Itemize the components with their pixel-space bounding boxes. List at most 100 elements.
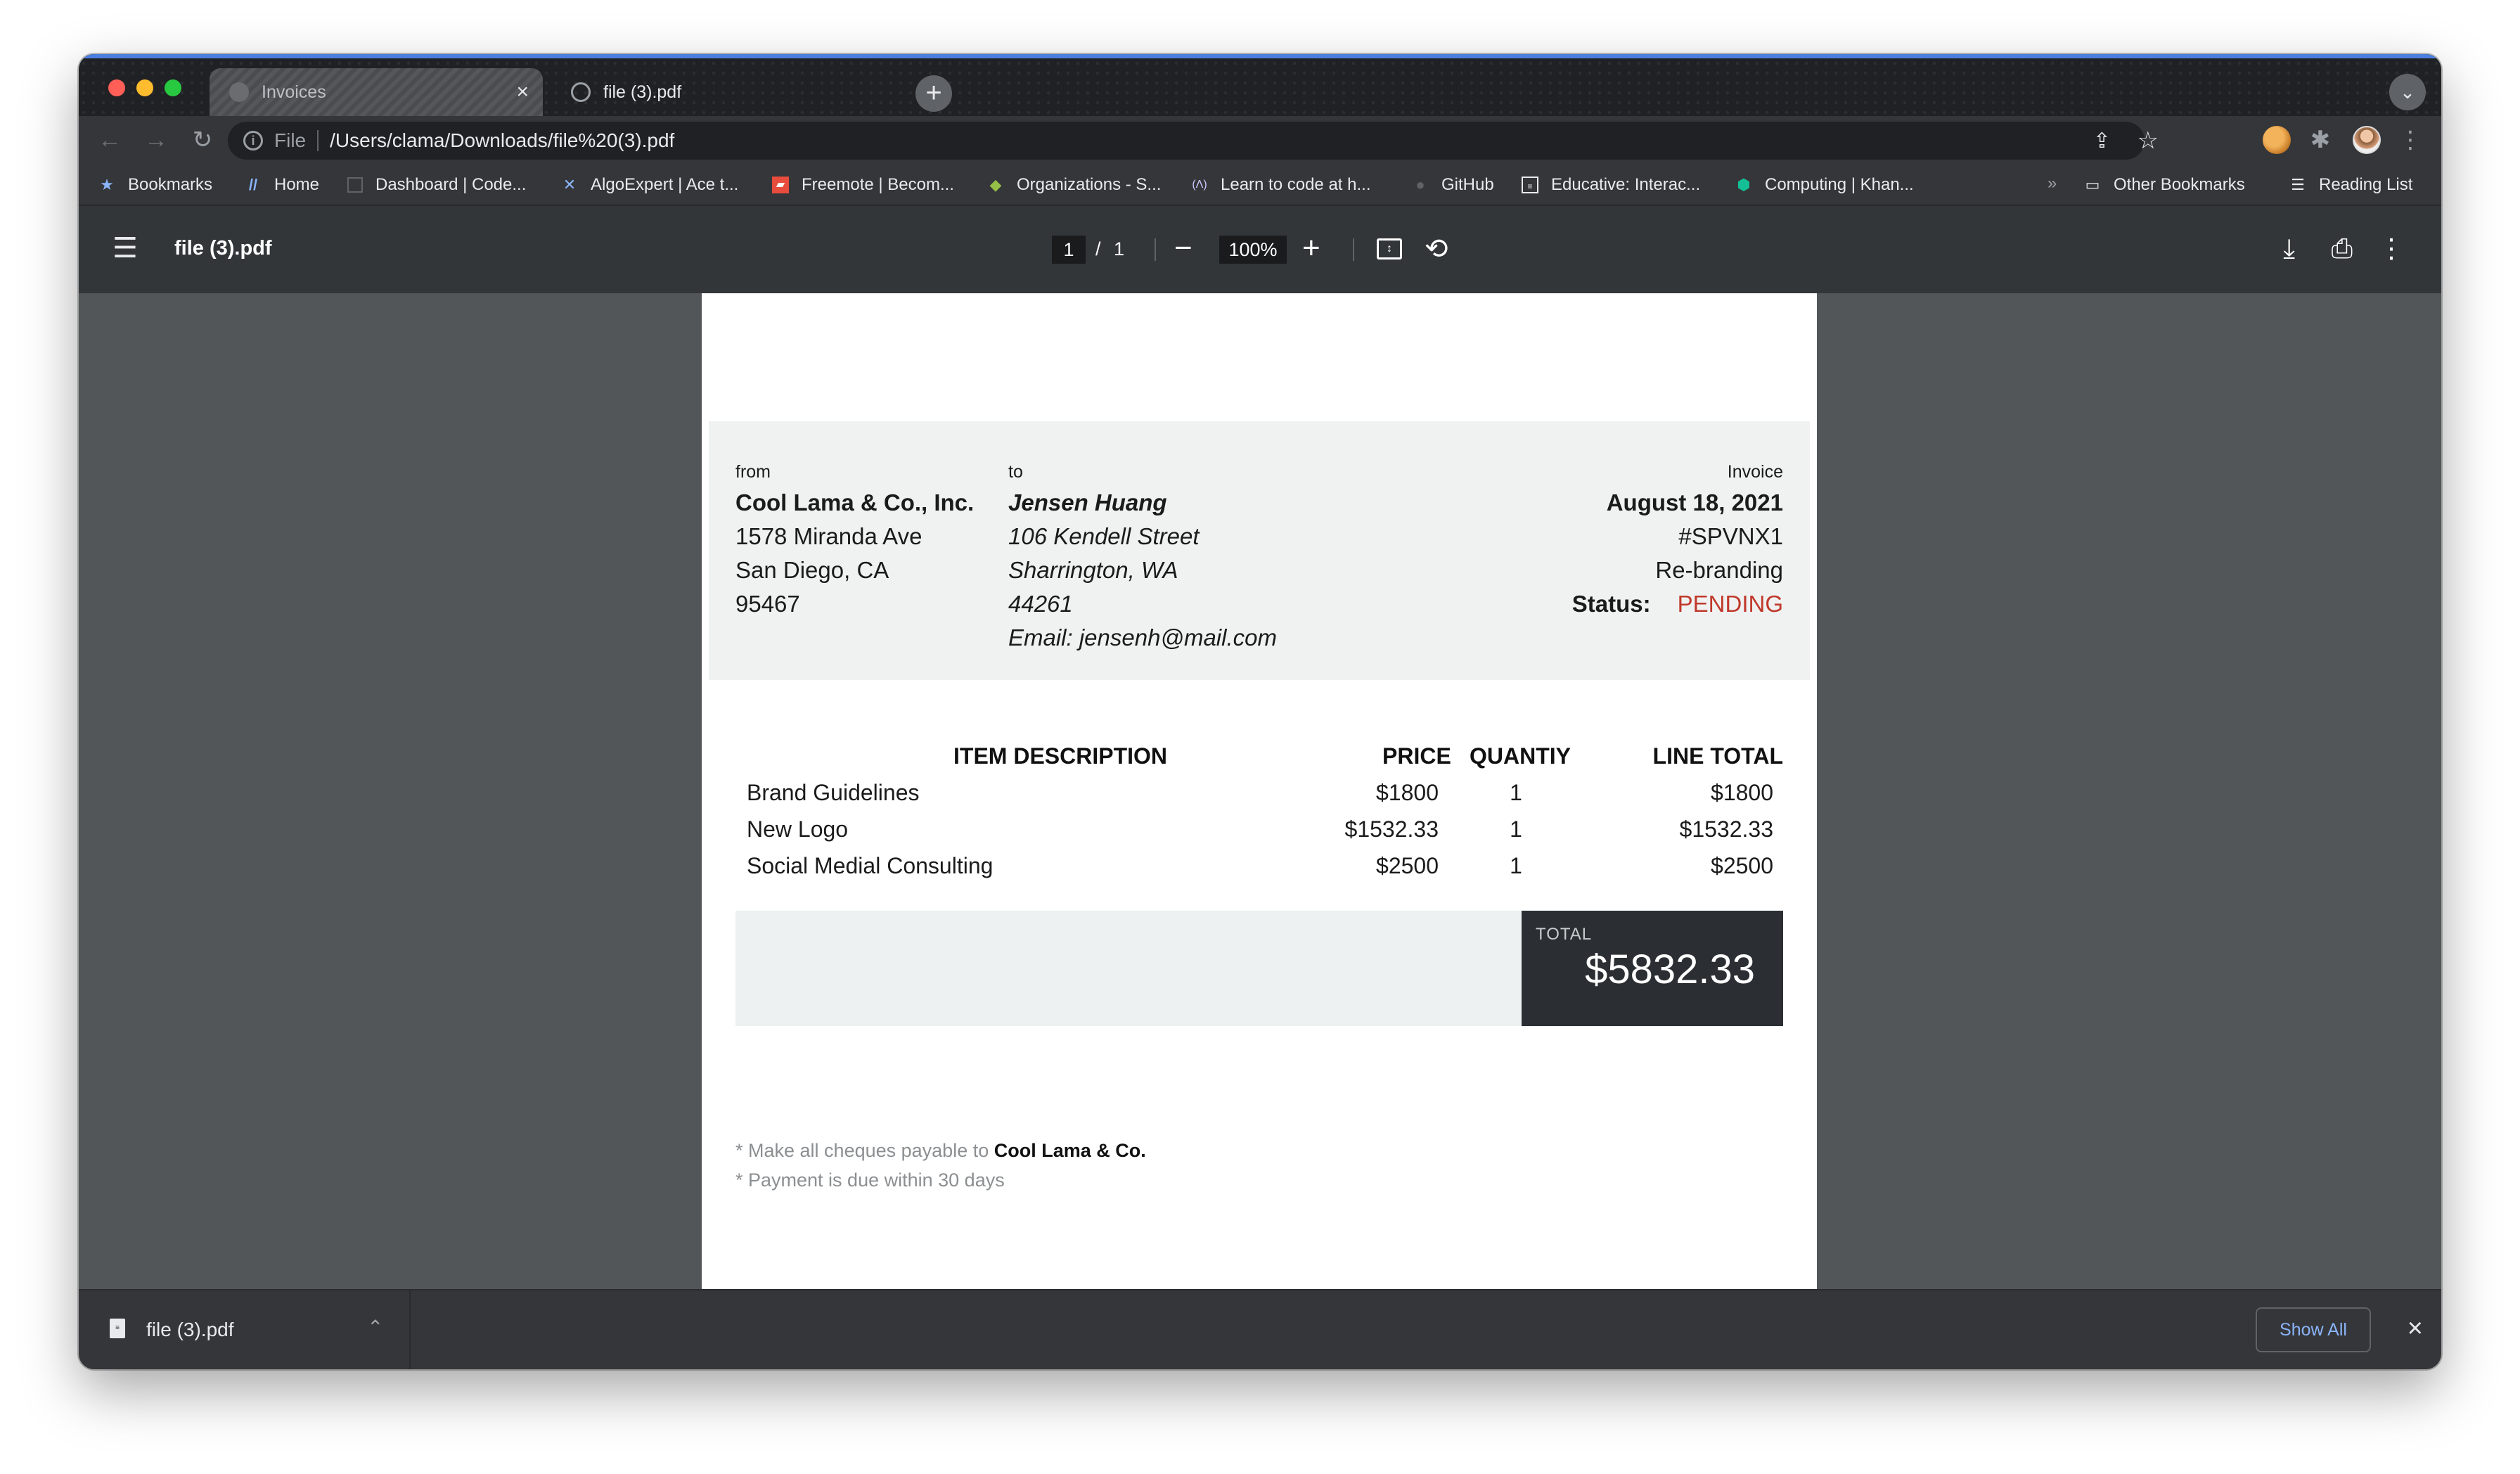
column-header-description: ITEM DESCRIPTION (953, 743, 1168, 769)
item-price: $1532.33 (1344, 816, 1439, 842)
page-count: 1 (1114, 238, 1125, 259)
bookmark-label: AlgoExpert | Ace t... (591, 175, 739, 194)
bookmark-dashboard[interactable]: Dashboard | Code... (347, 171, 526, 199)
freecodecamp-icon: (Λ) (1192, 179, 1207, 191)
share-icon[interactable]: ⇪ (2093, 129, 2111, 153)
total-bar: TOTAL $5832.33 (735, 911, 1783, 1026)
more-bookmarks-chevron-icon[interactable]: » (2048, 174, 2057, 193)
item-quantity: 1 (1510, 853, 1522, 878)
bookmark-github[interactable]: ● GitHub (1412, 171, 1494, 199)
bookmark-label: Reading List (2319, 175, 2413, 194)
bookmark-algoexpert[interactable]: ✕ AlgoExpert | Ace t... (561, 171, 739, 199)
close-icon[interactable]: × (2408, 1313, 2423, 1344)
item-line-total: $1800 (1711, 780, 1773, 805)
item-line-total: $2500 (1711, 853, 1773, 878)
reload-icon[interactable]: ↻ (188, 126, 217, 154)
bookmark-label: Computing | Khan... (1765, 175, 1914, 194)
star-icon: ★ (100, 176, 114, 193)
bookmark-label: Home (274, 175, 320, 194)
item-quantity: 1 (1510, 780, 1522, 805)
from-street: 1578 Miranda Ave (735, 523, 922, 549)
invoice-number: #SPVNX1 (1678, 523, 1783, 549)
bookmark-bookmarks[interactable]: ★ Bookmarks (98, 171, 212, 199)
bookmark-educative[interactable]: ≡ Educative: Interac... (1522, 171, 1700, 199)
line-items-table: ITEM DESCRIPTION PRICE QUANTIY LINE TOTA… (735, 743, 1783, 890)
close-tab-icon[interactable]: × (516, 82, 529, 103)
code-icon (347, 177, 363, 193)
bookmark-star-icon[interactable]: ☆ (2138, 127, 2159, 155)
bookmark-reading-list[interactable]: ☰ Reading List (2289, 171, 2412, 199)
pdf-viewer-area[interactable]: from Cool Lama & Co., Inc. 1578 Miranda … (79, 293, 2441, 1289)
puzzle-extensions-icon[interactable]: ✱ (2306, 126, 2334, 154)
close-window-button[interactable] (108, 79, 125, 96)
table-header: ITEM DESCRIPTION PRICE QUANTIY LINE TOTA… (735, 743, 1783, 780)
tab-search-chevron-icon[interactable]: ⌄ (2389, 74, 2426, 110)
page-number-input[interactable]: 1 (1052, 236, 1086, 264)
bookmark-khan-academy[interactable]: ⬢ Computing | Khan... (1735, 171, 1914, 199)
page-separator: / (1095, 238, 1101, 259)
tab-strip: Invoices × file (3).pdf × + ⌄ (79, 54, 2441, 116)
bookmark-label: GitHub (1441, 175, 1494, 194)
tab-file-pdf[interactable]: file (3).pdf × (551, 68, 959, 116)
forward-arrow-icon[interactable]: → (142, 126, 170, 154)
bookmark-freecodecamp[interactable]: (Λ) Learn to code at h... (1191, 171, 1370, 199)
table-row: Brand Guidelines $1800 1 $1800 (735, 780, 1783, 816)
item-price: $2500 (1376, 853, 1439, 878)
minimize-window-button[interactable] (136, 79, 153, 96)
globe-icon (571, 82, 591, 102)
invoice-label: Invoice (1727, 462, 1783, 482)
bookmark-other-bookmarks[interactable]: ▭ Other Bookmarks (2084, 171, 2245, 199)
tab-invoices[interactable]: Invoices × (210, 68, 543, 116)
bookmark-label: Dashboard | Code... (375, 175, 527, 194)
table-row: Social Medial Consulting $2500 1 $2500 (735, 853, 1783, 890)
invoice-project: Re-branding (1655, 557, 1783, 583)
show-all-button[interactable]: Show All (2256, 1307, 2371, 1352)
fit-to-page-icon[interactable]: ↕ (1377, 238, 1402, 259)
shopify-icon: ◆ (989, 176, 1002, 193)
url-text[interactable]: /Users/clama/Downloads/file%20(3).pdf (330, 129, 674, 152)
bookmark-label: Educative: Interac... (1551, 175, 1701, 194)
hamburger-menu-icon[interactable]: ☰ (112, 234, 138, 262)
info-icon[interactable]: i (243, 131, 263, 150)
item-price: $1800 (1376, 780, 1439, 805)
invoice-header: from Cool Lama & Co., Inc. 1578 Miranda … (709, 421, 1810, 680)
cheques-payee: Cool Lama & Co. (994, 1140, 1146, 1161)
freemote-icon: ▰ (772, 177, 789, 193)
to-block: to Jensen Huang 106 Kendell Street Sharr… (1008, 458, 1277, 655)
bookmark-label: Learn to code at h... (1221, 175, 1371, 194)
from-company: Cool Lama & Co., Inc. (735, 489, 975, 515)
bookmark-organizations[interactable]: ◆ Organizations - S... (987, 171, 1162, 199)
browser-menu-icon[interactable]: ⋮ (2396, 126, 2424, 154)
address-bar[interactable]: i File /Users/clama/Downloads/file%20(3)… (228, 122, 2159, 160)
invoice-meta-block: Invoice August 18, 2021 #SPVNX1 Re-brand… (1572, 458, 1783, 621)
to-zip: 44261 (1008, 591, 1073, 617)
rotate-icon[interactable]: ⟲ (1425, 231, 1448, 267)
maximize-window-button[interactable] (165, 79, 181, 96)
to-city: Sharrington, WA (1008, 557, 1178, 583)
zoom-out-icon[interactable]: − (1174, 230, 1192, 267)
globe-icon (229, 82, 249, 102)
bookmark-label: Other Bookmarks (2114, 175, 2245, 194)
zoom-in-icon[interactable]: + (1302, 230, 1320, 267)
browser-window: Invoices × file (3).pdf × + ⌄ ← → ↻ i Fi… (79, 54, 2441, 1369)
print-icon[interactable]: ⎙ (2332, 231, 2353, 267)
pdf-page: from Cool Lama & Co., Inc. 1578 Miranda … (702, 293, 1817, 1289)
bookmark-freemote[interactable]: ▰ Freemote | Becom... (772, 171, 954, 199)
more-options-icon[interactable]: ⋮ (2378, 231, 2405, 267)
total-box: TOTAL $5832.33 (1522, 911, 1783, 1026)
chevron-up-icon[interactable]: ⌃ (367, 1316, 383, 1339)
scheme-label: File (274, 129, 307, 151)
download-shelf: ≡ file (3).pdf ⌃ Show All × (79, 1289, 2441, 1369)
cookie-extension-icon[interactable] (2263, 126, 2291, 154)
item-quantity: 1 (1510, 816, 1522, 842)
zoom-input[interactable]: 100% (1219, 236, 1287, 264)
status-badge: PENDING (1677, 591, 1783, 617)
new-tab-button[interactable]: + (915, 75, 952, 112)
download-file-name[interactable]: file (3).pdf (146, 1319, 234, 1341)
download-item[interactable]: ≡ file (3).pdf ⌃ (79, 1290, 411, 1369)
item-description: Brand Guidelines (747, 780, 920, 805)
bookmark-home[interactable]: // Home (245, 171, 319, 199)
back-arrow-icon[interactable]: ← (96, 126, 124, 154)
profile-avatar[interactable] (2353, 126, 2381, 154)
download-icon[interactable]: ⤓ (2283, 231, 2295, 267)
